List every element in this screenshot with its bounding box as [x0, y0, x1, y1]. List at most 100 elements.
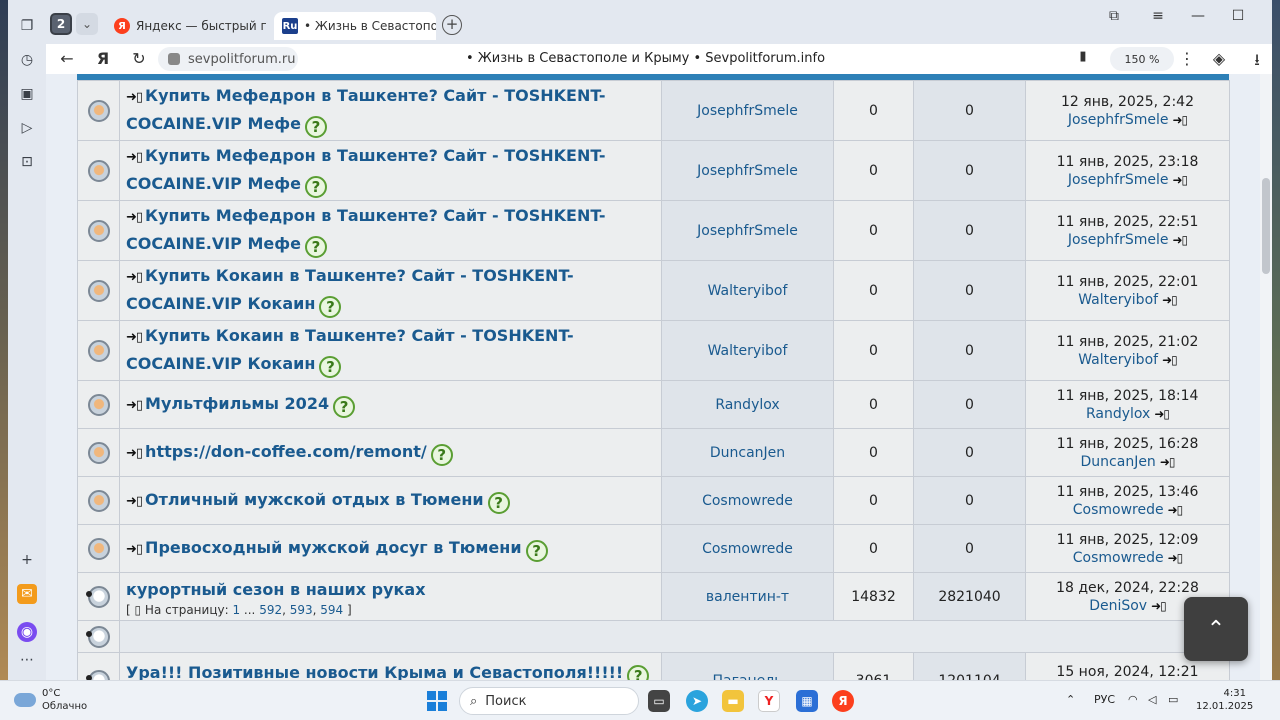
new-tab-button[interactable]: +	[442, 15, 462, 35]
store-icon[interactable]: ▦	[796, 690, 818, 712]
last-post-user[interactable]: JosephfrSmele	[1068, 112, 1169, 128]
site-info-icon[interactable]	[168, 53, 180, 65]
go-to-last-post-icon[interactable]: ➜▯	[1151, 597, 1167, 615]
topic-title-link[interactable]: Купить Мефедрон в Ташкенте? Сайт - TOSHK…	[126, 206, 606, 253]
last-post-user[interactable]: JosephfrSmele	[1068, 172, 1169, 188]
go-to-last-post-icon[interactable]: ➜▯	[1154, 405, 1170, 423]
add-panel-icon[interactable]: +	[17, 550, 37, 570]
new-post-icon[interactable]: ➜▯	[126, 489, 143, 515]
topic-author[interactable]: Cosmowrede	[661, 524, 834, 573]
more-icon[interactable]: ⋯	[17, 650, 37, 670]
collections-icon[interactable]: ◈	[1208, 49, 1230, 68]
last-post-user[interactable]: Randylox	[1086, 406, 1150, 422]
battery-icon[interactable]: ▭	[1168, 693, 1178, 706]
page-link[interactable]: 592	[259, 603, 282, 617]
video-icon[interactable]: ▷	[17, 118, 37, 138]
bookmark-icon[interactable]: ▮	[1072, 49, 1094, 64]
topic-title-link[interactable]: Мультфильмы 2024	[145, 394, 329, 413]
yandex-logo-icon[interactable]: Я	[92, 49, 114, 68]
weather-widget[interactable]: 0°C Облачно	[14, 687, 87, 713]
new-post-icon[interactable]: ➜▯	[126, 205, 143, 231]
alice-icon[interactable]: ◉	[17, 622, 37, 642]
page-link[interactable]: 1	[232, 603, 240, 617]
tab-sevpolitforum[interactable]: Ru • Жизнь в Севастополе ✕	[274, 12, 436, 40]
topic-author[interactable]: JosephfrSmele	[661, 80, 834, 141]
topic-author[interactable]: Randylox	[661, 380, 834, 429]
scrollbar[interactable]	[1260, 74, 1272, 680]
last-post-user[interactable]: DeniSov	[1089, 598, 1147, 614]
tabs-panel-icon[interactable]: ❐	[17, 16, 37, 36]
last-post-user[interactable]: Walteryibof	[1078, 292, 1158, 308]
clock[interactable]: 4:31 12.01.2025	[1196, 687, 1253, 713]
last-post-user[interactable]: Cosmowrede	[1073, 502, 1164, 518]
language-indicator[interactable]: РУС	[1094, 693, 1115, 706]
history-icon[interactable]: ◷	[17, 50, 37, 70]
close-window-icon[interactable]: ✕	[1268, 8, 1272, 24]
go-to-last-post-icon[interactable]: ➜▯	[1162, 351, 1178, 369]
task-view-icon[interactable]: ▭	[648, 690, 670, 712]
new-post-icon[interactable]: ➜▯	[126, 265, 143, 291]
topic-author[interactable]: Walteryibof	[661, 260, 834, 321]
new-post-icon[interactable]: ➜▯	[126, 325, 143, 351]
new-post-icon[interactable]: ➜▯	[126, 393, 143, 419]
mail-icon[interactable]: ✉	[17, 584, 37, 604]
topic-title-link[interactable]: Отличный мужской отдых в Тюмени	[145, 490, 484, 509]
go-to-last-post-icon[interactable]: ➜▯	[1160, 453, 1176, 471]
topic-author[interactable]: JosephfrSmele	[661, 200, 834, 261]
go-to-last-post-icon[interactable]: ➜▯	[1173, 171, 1189, 189]
new-post-icon[interactable]: ➜▯	[126, 441, 143, 467]
scrollbar-thumb[interactable]	[1262, 178, 1270, 274]
yandex-browser-icon[interactable]: Y	[758, 690, 780, 712]
menu-icon[interactable]: ≡	[1148, 8, 1168, 24]
taskbar-search[interactable]: ⌕ Поиск	[459, 687, 639, 715]
bookmarks-panel-icon[interactable]: ⧉	[1104, 8, 1124, 24]
go-to-last-post-icon[interactable]: ➜▯	[1173, 231, 1189, 249]
last-post-user[interactable]: Cosmowrede	[1073, 550, 1164, 566]
last-post-user[interactable]: Walteryibof	[1078, 352, 1158, 368]
topic-author[interactable]: Паганель	[661, 652, 834, 680]
volume-icon[interactable]: ◁	[1148, 693, 1156, 706]
reload-icon[interactable]: ↻	[128, 49, 150, 68]
tab-count-button[interactable]: 2	[50, 13, 72, 35]
go-to-last-post-icon[interactable]: ➜▯	[1162, 291, 1178, 309]
last-post-user[interactable]: JosephfrSmele	[1068, 232, 1169, 248]
file-explorer-icon[interactable]: ▬	[722, 690, 744, 712]
scroll-to-top-button[interactable]: ⌃	[1184, 597, 1248, 661]
topic-author[interactable]: валентин-т	[661, 572, 834, 621]
windows-start-icon[interactable]	[427, 691, 447, 711]
back-icon[interactable]: ←	[56, 49, 78, 68]
maximize-icon[interactable]: ☐	[1228, 8, 1248, 24]
tab-count-icon[interactable]: ▣	[17, 84, 37, 104]
url-field[interactable]: sevpolitforum.ru	[158, 47, 298, 71]
new-post-icon[interactable]: ➜▯	[126, 85, 143, 111]
minimize-icon[interactable]: —	[1188, 8, 1208, 24]
topic-author[interactable]: JosephfrSmele	[661, 140, 834, 201]
topic-author[interactable]: DuncanJen	[661, 428, 834, 477]
screenshot-icon[interactable]: ⊡	[17, 152, 37, 172]
topic-title-link[interactable]: Ура!!! Позитивные новости Крыма и Севаст…	[126, 663, 623, 680]
page-link[interactable]: 593	[290, 603, 313, 617]
topic-title-link[interactable]: Купить Кокаин в Ташкенте? Сайт - TOSHKEN…	[126, 326, 574, 373]
wifi-icon[interactable]: ◠	[1128, 693, 1138, 706]
topic-author[interactable]: Walteryibof	[661, 320, 834, 381]
tab-yandex[interactable]: Я Яндекс — быстрый поиск	[106, 12, 266, 40]
more-menu-icon[interactable]: ⋮	[1176, 49, 1198, 68]
go-to-last-post-icon[interactable]: ➜▯	[1168, 549, 1184, 567]
yandex-app-icon[interactable]: Я	[832, 690, 854, 712]
page-link[interactable]: 594	[320, 603, 343, 617]
zoom-indicator[interactable]: 150 %	[1110, 47, 1174, 71]
downloads-icon[interactable]: ⭳	[1246, 49, 1268, 76]
topic-title-link[interactable]: Купить Мефедрон в Ташкенте? Сайт - TOSHK…	[126, 86, 606, 133]
last-post-user[interactable]: DuncanJen	[1081, 454, 1156, 470]
tab-list-chevron-icon[interactable]: ⌄	[76, 13, 98, 35]
tray-chevron-icon[interactable]: ⌃	[1066, 693, 1075, 706]
topic-author[interactable]: Cosmowrede	[661, 476, 834, 525]
topic-title-link[interactable]: https://don-coffee.com/remont/	[145, 442, 427, 461]
new-post-icon[interactable]: ➜▯	[126, 145, 143, 171]
go-to-last-post-icon[interactable]: ➜▯	[1168, 501, 1184, 519]
topic-title-link[interactable]: Превосходный мужской досуг в Тюмени	[145, 538, 522, 557]
topic-title-link[interactable]: Купить Мефедрон в Ташкенте? Сайт - TOSHK…	[126, 146, 606, 193]
topic-title-link[interactable]: Купить Кокаин в Ташкенте? Сайт - TOSHKEN…	[126, 266, 574, 313]
topic-title-link[interactable]: курортный сезон в наших руках	[126, 580, 426, 599]
telegram-icon[interactable]: ➤	[686, 690, 708, 712]
